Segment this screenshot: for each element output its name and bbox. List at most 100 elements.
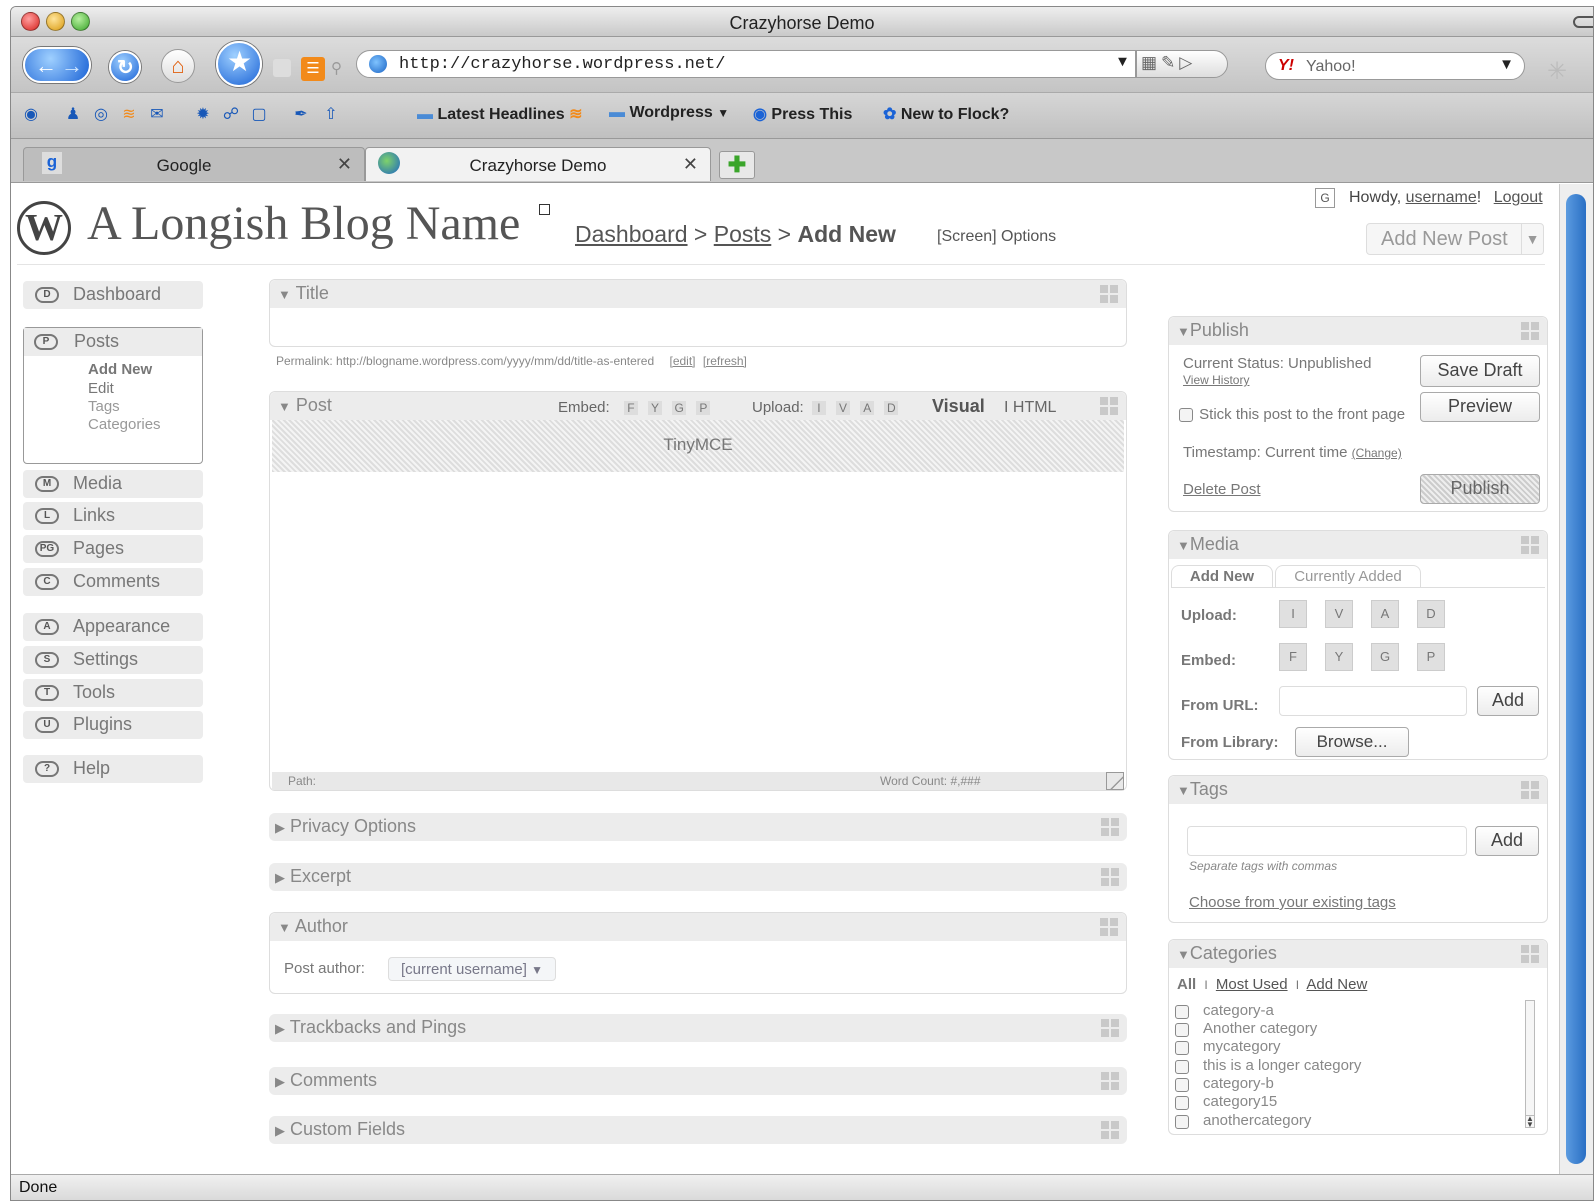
tab-crazyhorse-demo[interactable]: Crazyhorse Demo ✕ <box>365 147 711 181</box>
drag-handle-icon[interactable] <box>1521 945 1539 963</box>
embed-facebook-button[interactable]: F <box>623 401 638 415</box>
sidebar-sub-tags[interactable]: Tags <box>88 398 120 415</box>
drag-handle-icon[interactable] <box>1101 1121 1119 1139</box>
media-embed-p-button[interactable]: P <box>1417 643 1445 671</box>
sidebar-item-plugins[interactable]: U Plugins <box>23 711 203 739</box>
post-title-input[interactable] <box>272 310 1124 344</box>
external-link-icon[interactable] <box>539 204 550 215</box>
media-upload-audio-button[interactable]: A <box>1371 600 1399 628</box>
resize-handle-icon[interactable] <box>1106 772 1124 790</box>
scrollbar-thumb[interactable] <box>1566 194 1586 1164</box>
tab-google[interactable]: g Google ✕ <box>23 147 365 181</box>
rss-feed-icon[interactable]: ☰ <box>301 57 325 81</box>
categories-tab-all[interactable]: All <box>1177 976 1196 993</box>
media-embed-youtube-button[interactable]: Y <box>1325 643 1353 671</box>
upload-video-button[interactable]: V <box>836 401 851 415</box>
breadcrumb-posts-link[interactable]: Posts <box>714 221 772 247</box>
logout-link[interactable]: Logout <box>1494 189 1543 206</box>
g-badge[interactable]: G <box>1315 188 1335 208</box>
search-box[interactable]: Y! Yahoo! ▼ <box>1265 52 1525 80</box>
category-checkbox[interactable] <box>1175 1115 1189 1129</box>
search-engine-dropdown-icon[interactable]: ▼ <box>1499 56 1514 73</box>
blog-editor-icon[interactable]: ✒ <box>291 105 311 125</box>
add-new-post-button[interactable]: Add New Post ▼ <box>1366 223 1544 255</box>
media-box-header[interactable]: ▼Media <box>1169 531 1547 559</box>
drag-handle-icon[interactable] <box>1521 536 1539 554</box>
drag-handle-icon[interactable] <box>1100 397 1118 415</box>
sidebar-item-comments[interactable]: C Comments <box>23 568 203 596</box>
category-checkbox[interactable] <box>1175 1041 1189 1055</box>
sticky-checkbox[interactable] <box>1179 408 1193 423</box>
back-forward-button[interactable]: ← → <box>23 47 91 83</box>
breadcrumb-dashboard-link[interactable]: Dashboard <box>575 221 688 247</box>
title-box-header[interactable]: ▼ Title <box>270 280 1126 308</box>
upload-image-button[interactable]: I <box>811 401 826 415</box>
sidebar-item-posts[interactable]: P Posts <box>24 328 202 356</box>
category-checkbox[interactable] <box>1175 1096 1189 1110</box>
photo-uploader-icon[interactable]: ▢ <box>249 105 269 125</box>
drag-handle-icon[interactable] <box>1521 322 1539 340</box>
category-list-scrollbar[interactable]: ▲ ▼ <box>1525 1000 1535 1129</box>
home-button[interactable]: ⌂ <box>161 49 195 83</box>
categories-tab-add-new[interactable]: Add New <box>1306 976 1367 993</box>
post-author-select[interactable]: [current username] ▼ <box>388 957 556 981</box>
globe-toolbar-icon[interactable]: ◉ <box>21 105 41 125</box>
wordpress-logo-icon[interactable]: W <box>17 201 71 255</box>
feeds-icon[interactable]: ≋ <box>119 105 139 125</box>
category-item[interactable]: category-b <box>1175 1075 1274 1092</box>
favorites-icon[interactable]: ☍ <box>221 105 241 125</box>
bookmark-wordpress[interactable]: ▬ Wordpress ▼ <box>609 104 729 122</box>
sidebar-item-help[interactable]: ? Help <box>23 755 203 783</box>
drag-handle-icon[interactable] <box>1100 918 1118 936</box>
privacy-options-box[interactable]: ▶ Privacy Options <box>269 813 1127 841</box>
media-upload-image-button[interactable]: I <box>1279 600 1307 628</box>
tags-add-button[interactable]: Add <box>1475 826 1539 856</box>
html-tab[interactable]: I HTML <box>1004 399 1056 417</box>
close-tab-icon[interactable]: ✕ <box>683 154 698 175</box>
category-item[interactable]: category-a <box>1175 1002 1274 1019</box>
timestamp-change-link[interactable]: (Change) <box>1352 446 1402 460</box>
author-box-header[interactable]: ▼ Author <box>270 913 1126 941</box>
blog-name[interactable]: A Longish Blog Name <box>87 196 520 251</box>
drag-handle-icon[interactable] <box>1101 1019 1119 1037</box>
embed-youtube-button[interactable]: Y <box>648 401 663 415</box>
web-clipboard-icon[interactable]: ◎ <box>91 105 111 125</box>
new-tab-button[interactable]: ✚ <box>719 151 755 179</box>
bookmark-latest-headlines[interactable]: ▬ Latest Headlines ≋ <box>417 104 582 124</box>
drag-handle-icon[interactable] <box>1521 781 1539 799</box>
preview-button[interactable]: Preview <box>1420 392 1540 422</box>
drag-handle-icon[interactable] <box>1100 285 1118 303</box>
excerpt-box[interactable]: ▶ Excerpt <box>269 863 1127 891</box>
category-checkbox[interactable] <box>1175 1023 1189 1037</box>
browse-button[interactable]: Browse... <box>1295 727 1409 757</box>
publish-button[interactable]: Publish <box>1420 474 1540 504</box>
category-list[interactable]: category-a Another category mycategory t… <box>1171 998 1537 1130</box>
publish-box-header[interactable]: ▼Publish <box>1169 317 1547 345</box>
sidebar-sub-add-new[interactable]: Add New <box>88 361 152 378</box>
page-tools-icons[interactable]: ▦✎▷ <box>1136 50 1228 78</box>
media-tab-currently-added[interactable]: Currently Added <box>1275 565 1421 587</box>
sidebar-item-links[interactable]: L Links <box>23 502 203 530</box>
visual-tab[interactable]: Visual <box>932 396 985 417</box>
sidebar-item-dashboard[interactable]: D Dashboard <box>23 281 203 309</box>
delete-post-link[interactable]: Delete Post <box>1183 481 1261 498</box>
toolbar-toggle-button[interactable] <box>1573 16 1593 28</box>
category-item[interactable]: mycategory <box>1175 1038 1281 1055</box>
choose-existing-tags-link[interactable]: Choose from your existing tags <box>1189 894 1396 911</box>
category-checkbox[interactable] <box>1175 1078 1189 1092</box>
page-scrollbar[interactable] <box>1559 184 1593 1176</box>
upload-audio-button[interactable]: A <box>860 401 875 415</box>
tags-input[interactable] <box>1187 826 1467 856</box>
category-checkbox[interactable] <box>1175 1060 1189 1074</box>
tags-box-header[interactable]: ▼Tags <box>1169 776 1547 804</box>
sidebar-item-pages[interactable]: PG Pages <box>23 535 203 563</box>
people-icon[interactable]: ♟ <box>63 105 83 125</box>
drag-handle-icon[interactable] <box>1101 1072 1119 1090</box>
custom-fields-box[interactable]: ▶ Custom Fields <box>269 1116 1127 1144</box>
sparkle-icon[interactable]: ✹ <box>193 105 213 125</box>
reload-button[interactable]: ↻ <box>109 51 141 83</box>
sidebar-item-tools[interactable]: T Tools <box>23 679 203 707</box>
permalink-refresh-link[interactable]: [refresh] <box>703 354 747 368</box>
sidebar-item-appearance[interactable]: A Appearance <box>23 613 203 641</box>
media-embed-google-button[interactable]: G <box>1371 643 1399 671</box>
